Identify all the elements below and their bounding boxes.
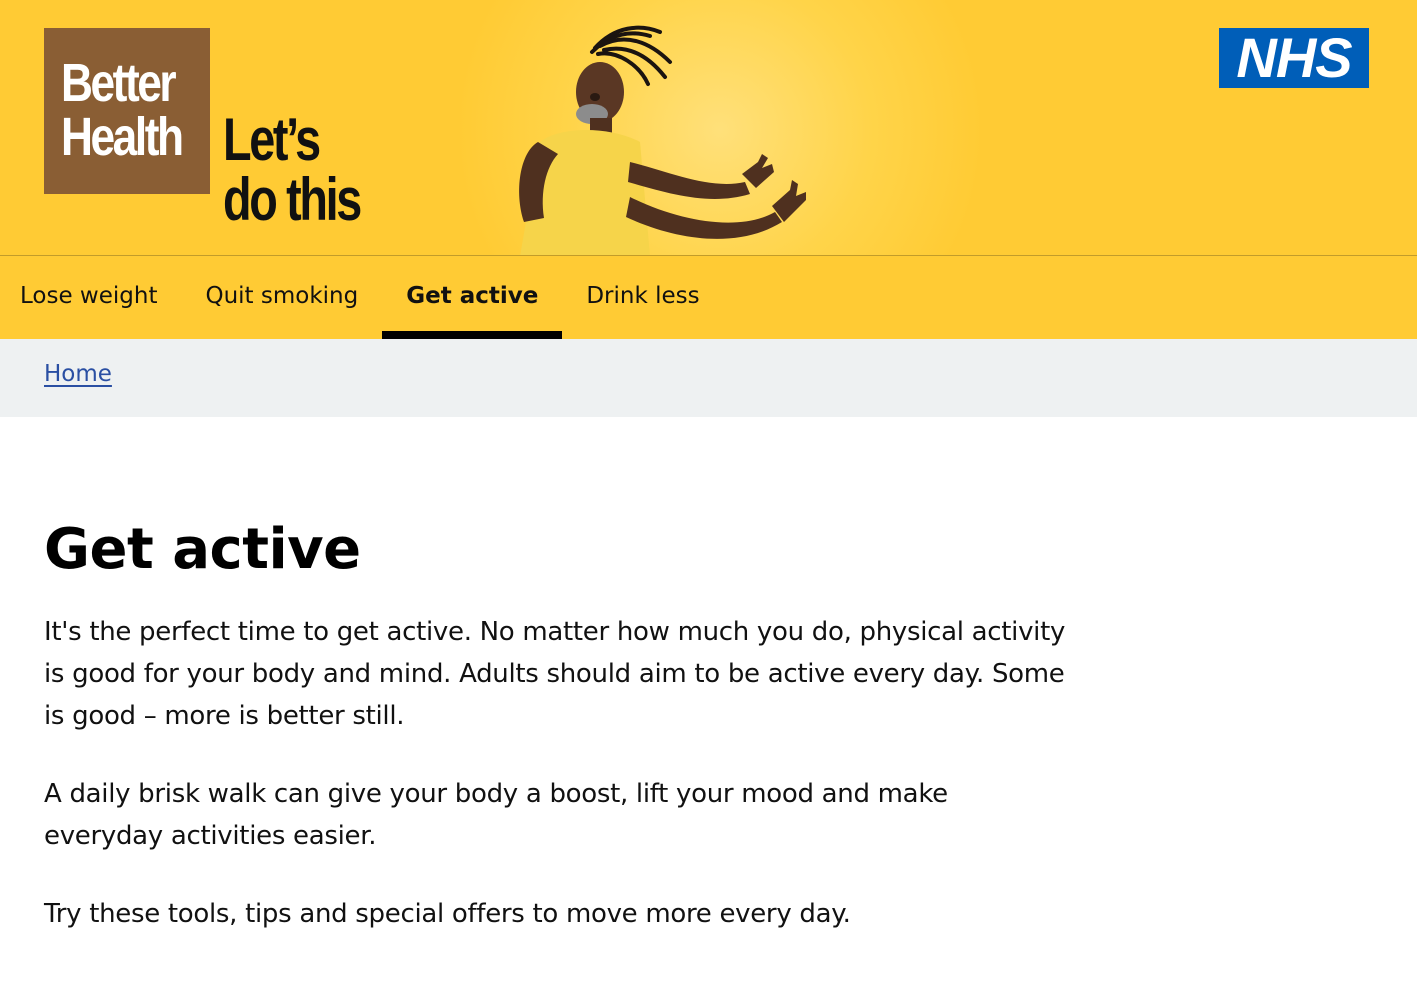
tagline-line-2: do this [223, 166, 362, 233]
nav-item-quit-smoking[interactable]: Quit smoking [205, 256, 358, 339]
campaign-tagline: Let’s do this [223, 110, 399, 230]
dancing-man-hero-image [519, 25, 806, 255]
tools-paragraph: Try these tools, tips and special offers… [44, 899, 851, 929]
better-health-logo[interactable]: Better Health [44, 28, 210, 194]
nav-item-lose-weight[interactable]: Lose weight [20, 256, 157, 339]
brand-line-1: Better [61, 53, 177, 113]
tagline-line-1: Let’s [223, 106, 321, 173]
main-navigation: Lose weight Quit smoking Get active Drin… [0, 256, 1417, 339]
breadcrumb: Home [0, 339, 1417, 417]
intro-paragraph: It's the perfect time to get active. No … [44, 617, 1066, 731]
main-content: Get active It's the perfect time to get … [0, 417, 1100, 935]
brand-line-2: Health [61, 107, 184, 167]
site-header: Better Health Let’s do this NHS [0, 0, 1417, 256]
walk-paragraph: A daily brisk walk can give your body a … [44, 779, 948, 851]
nhs-logo[interactable]: NHS [1219, 28, 1369, 88]
breadcrumb-home-link[interactable]: Home [44, 361, 112, 387]
nav-item-drink-less[interactable]: Drink less [586, 256, 699, 339]
page-title: Get active [44, 517, 361, 582]
nav-item-get-active[interactable]: Get active [382, 256, 563, 339]
